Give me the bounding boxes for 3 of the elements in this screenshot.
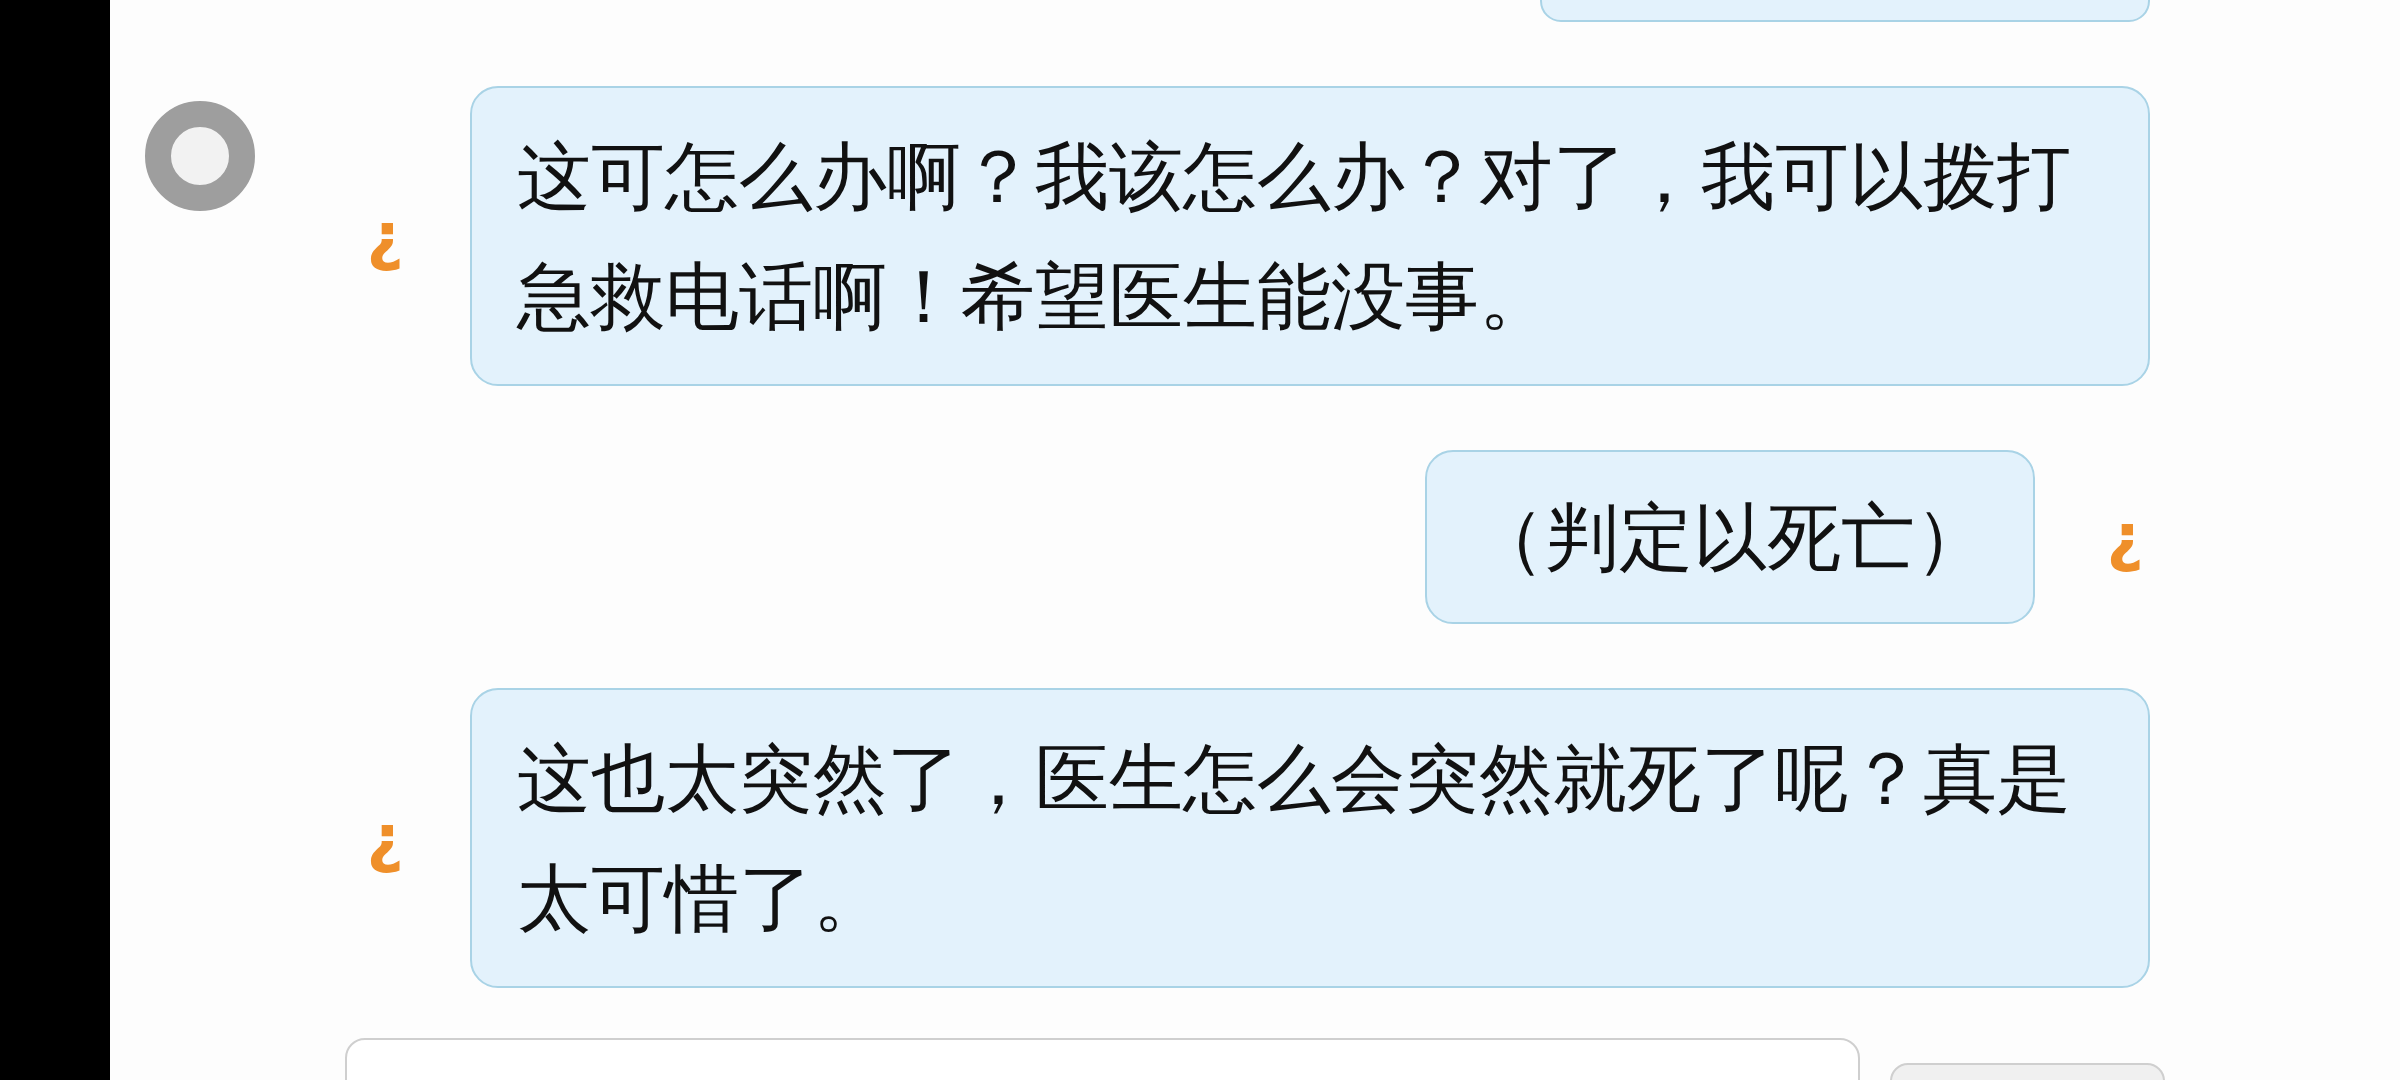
message-bubble: 这也太突然了，医生怎么会突然就死了呢？真是太可惜了。 (470, 688, 2150, 988)
message-bubble: （判定以死亡） (1425, 450, 2035, 624)
message-bubble: 这可怎么办啊？我该怎么办？对了，我可以拨打急救电话啊！希望医生能没事。 (470, 86, 2150, 386)
